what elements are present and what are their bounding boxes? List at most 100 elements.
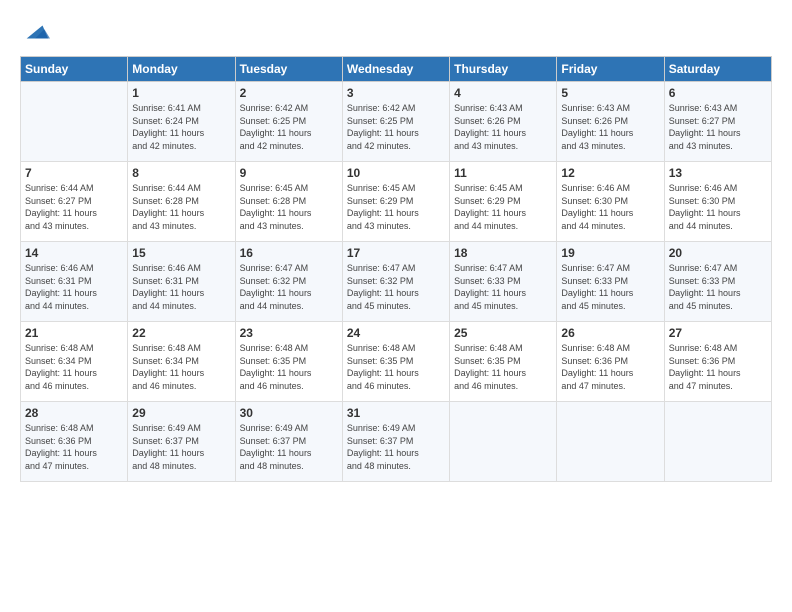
day-info: Sunrise: 6:44 AM Sunset: 6:27 PM Dayligh… (25, 182, 123, 232)
day-info: Sunrise: 6:42 AM Sunset: 6:25 PM Dayligh… (240, 102, 338, 152)
calendar-cell: 15Sunrise: 6:46 AM Sunset: 6:31 PM Dayli… (128, 242, 235, 322)
day-number: 27 (669, 326, 767, 340)
day-number: 30 (240, 406, 338, 420)
day-number: 8 (132, 166, 230, 180)
day-info: Sunrise: 6:49 AM Sunset: 6:37 PM Dayligh… (240, 422, 338, 472)
calendar-cell (664, 402, 771, 482)
day-info: Sunrise: 6:47 AM Sunset: 6:32 PM Dayligh… (240, 262, 338, 312)
day-info: Sunrise: 6:46 AM Sunset: 6:31 PM Dayligh… (25, 262, 123, 312)
day-info: Sunrise: 6:49 AM Sunset: 6:37 PM Dayligh… (347, 422, 445, 472)
day-number: 18 (454, 246, 552, 260)
calendar-cell: 14 Sunrise: 6:46 AM Sunset: 6:31 PM Dayli… (21, 242, 128, 322)
col-header-thursday: Thursday (450, 57, 557, 82)
day-info: Sunrise: 6:48 AM Sunset: 6:34 PM Dayligh… (132, 342, 230, 392)
calendar-cell: 4 Sunrise: 6:43 AM Sunset: 6:26 PM Daylig… (450, 82, 557, 162)
calendar-cell: 23Sunrise: 6:48 AM Sunset: 6:35 PM Dayli… (235, 322, 342, 402)
col-header-saturday: Saturday (664, 57, 771, 82)
calendar-cell: 19 Sunrise: 6:47 AM Sunset: 6:33 PM Dayli… (557, 242, 664, 322)
calendar-cell: 1Sunrise: 6:41 AM Sunset: 6:24 PM Daylig… (128, 82, 235, 162)
day-info: Sunrise: 6:42 AM Sunset: 6:25 PM Dayligh… (347, 102, 445, 152)
calendar-table: SundayMondayTuesdayWednesdayThursdayFrid… (20, 56, 772, 482)
calendar-cell: 22 Sunrise: 6:48 AM Sunset: 6:34 PM Dayli… (128, 322, 235, 402)
day-info: Sunrise: 6:46 AM Sunset: 6:31 PM Dayligh… (132, 262, 230, 312)
calendar-cell: 7 Sunrise: 6:44 AM Sunset: 6:27 PM Daylig… (21, 162, 128, 242)
day-number: 13 (669, 166, 767, 180)
page: SundayMondayTuesdayWednesdayThursdayFrid… (0, 0, 792, 612)
calendar-cell: 12Sunrise: 6:46 AM Sunset: 6:30 PM Dayli… (557, 162, 664, 242)
day-number: 16 (240, 246, 338, 260)
day-number: 20 (669, 246, 767, 260)
day-number: 1 (132, 86, 230, 100)
day-info: Sunrise: 6:48 AM Sunset: 6:36 PM Dayligh… (669, 342, 767, 392)
col-header-sunday: Sunday (21, 57, 128, 82)
day-info: Sunrise: 6:43 AM Sunset: 6:26 PM Dayligh… (454, 102, 552, 152)
day-number: 25 (454, 326, 552, 340)
col-header-monday: Monday (128, 57, 235, 82)
day-info: Sunrise: 6:48 AM Sunset: 6:36 PM Dayligh… (561, 342, 659, 392)
calendar-cell (21, 82, 128, 162)
day-info: Sunrise: 6:48 AM Sunset: 6:36 PM Dayligh… (25, 422, 123, 472)
calendar-cell: 5 Sunrise: 6:43 AM Sunset: 6:26 PM Daylig… (557, 82, 664, 162)
calendar-row-2: 14 Sunrise: 6:46 AM Sunset: 6:31 PM Dayli… (21, 242, 772, 322)
day-info: Sunrise: 6:47 AM Sunset: 6:33 PM Dayligh… (669, 262, 767, 312)
calendar-cell: 11 Sunrise: 6:45 AM Sunset: 6:29 PM Dayli… (450, 162, 557, 242)
day-number: 10 (347, 166, 445, 180)
day-info: Sunrise: 6:45 AM Sunset: 6:29 PM Dayligh… (347, 182, 445, 232)
calendar-cell: 9 Sunrise: 6:45 AM Sunset: 6:28 PM Daylig… (235, 162, 342, 242)
calendar-cell: 28 Sunrise: 6:48 AM Sunset: 6:36 PM Dayli… (21, 402, 128, 482)
calendar-row-0: 1Sunrise: 6:41 AM Sunset: 6:24 PM Daylig… (21, 82, 772, 162)
col-header-wednesday: Wednesday (342, 57, 449, 82)
day-number: 14 (25, 246, 123, 260)
calendar-cell: 20 Sunrise: 6:47 AM Sunset: 6:33 PM Dayli… (664, 242, 771, 322)
day-number: 5 (561, 86, 659, 100)
calendar-cell: 16 Sunrise: 6:47 AM Sunset: 6:32 PM Dayli… (235, 242, 342, 322)
day-info: Sunrise: 6:45 AM Sunset: 6:28 PM Dayligh… (240, 182, 338, 232)
day-info: Sunrise: 6:47 AM Sunset: 6:33 PM Dayligh… (454, 262, 552, 312)
col-header-tuesday: Tuesday (235, 57, 342, 82)
header (20, 18, 772, 46)
day-info: Sunrise: 6:44 AM Sunset: 6:28 PM Dayligh… (132, 182, 230, 232)
day-number: 19 (561, 246, 659, 260)
calendar-cell (450, 402, 557, 482)
day-number: 11 (454, 166, 552, 180)
day-number: 21 (25, 326, 123, 340)
calendar-cell (557, 402, 664, 482)
day-number: 7 (25, 166, 123, 180)
calendar-cell: 10 Sunrise: 6:45 AM Sunset: 6:29 PM Dayli… (342, 162, 449, 242)
day-info: Sunrise: 6:47 AM Sunset: 6:33 PM Dayligh… (561, 262, 659, 312)
col-header-friday: Friday (557, 57, 664, 82)
logo-icon (22, 18, 50, 46)
day-number: 24 (347, 326, 445, 340)
day-number: 4 (454, 86, 552, 100)
calendar-cell: 30 Sunrise: 6:49 AM Sunset: 6:37 PM Dayli… (235, 402, 342, 482)
calendar-cell: 8 Sunrise: 6:44 AM Sunset: 6:28 PM Daylig… (128, 162, 235, 242)
calendar-cell: 31 Sunrise: 6:49 AM Sunset: 6:37 PM Dayli… (342, 402, 449, 482)
day-info: Sunrise: 6:43 AM Sunset: 6:26 PM Dayligh… (561, 102, 659, 152)
calendar-cell: 2Sunrise: 6:42 AM Sunset: 6:25 PM Daylig… (235, 82, 342, 162)
day-info: Sunrise: 6:48 AM Sunset: 6:35 PM Dayligh… (347, 342, 445, 392)
day-info: Sunrise: 6:45 AM Sunset: 6:29 PM Dayligh… (454, 182, 552, 232)
day-number: 9 (240, 166, 338, 180)
day-info: Sunrise: 6:46 AM Sunset: 6:30 PM Dayligh… (669, 182, 767, 232)
calendar-row-1: 7 Sunrise: 6:44 AM Sunset: 6:27 PM Daylig… (21, 162, 772, 242)
calendar-cell: 27 Sunrise: 6:48 AM Sunset: 6:36 PM Dayli… (664, 322, 771, 402)
header-row: SundayMondayTuesdayWednesdayThursdayFrid… (21, 57, 772, 82)
day-number: 3 (347, 86, 445, 100)
calendar-cell: 26Sunrise: 6:48 AM Sunset: 6:36 PM Dayli… (557, 322, 664, 402)
day-number: 29 (132, 406, 230, 420)
day-number: 31 (347, 406, 445, 420)
calendar-cell: 29Sunrise: 6:49 AM Sunset: 6:37 PM Dayli… (128, 402, 235, 482)
day-info: Sunrise: 6:48 AM Sunset: 6:34 PM Dayligh… (25, 342, 123, 392)
day-info: Sunrise: 6:48 AM Sunset: 6:35 PM Dayligh… (454, 342, 552, 392)
calendar-cell: 18 Sunrise: 6:47 AM Sunset: 6:33 PM Dayli… (450, 242, 557, 322)
day-info: Sunrise: 6:47 AM Sunset: 6:32 PM Dayligh… (347, 262, 445, 312)
day-number: 22 (132, 326, 230, 340)
day-number: 28 (25, 406, 123, 420)
calendar-row-3: 21 Sunrise: 6:48 AM Sunset: 6:34 PM Dayli… (21, 322, 772, 402)
day-number: 23 (240, 326, 338, 340)
calendar-cell: 6Sunrise: 6:43 AM Sunset: 6:27 PM Daylig… (664, 82, 771, 162)
calendar-cell: 17Sunrise: 6:47 AM Sunset: 6:32 PM Dayli… (342, 242, 449, 322)
logo (20, 18, 50, 46)
day-number: 12 (561, 166, 659, 180)
calendar-cell: 24 Sunrise: 6:48 AM Sunset: 6:35 PM Dayli… (342, 322, 449, 402)
